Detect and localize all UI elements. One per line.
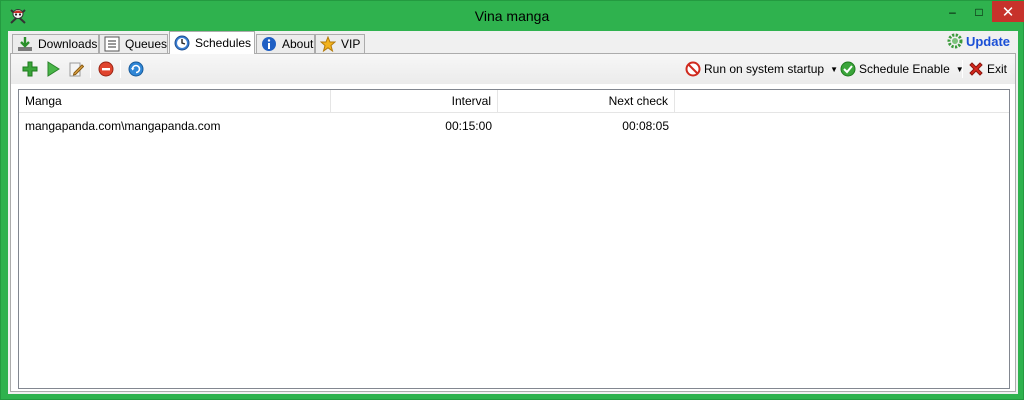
tab-label: Downloads [38, 37, 98, 51]
chevron-down-icon: ▼ [830, 64, 838, 74]
minimize-icon: – [949, 4, 956, 19]
start-button[interactable] [43, 59, 63, 79]
table-row[interactable]: mangapanda.com\mangapanda.com 00:15:00 0… [19, 117, 1009, 135]
tab-strip: Downloads Queues Schedules About VIP Upd… [8, 31, 1018, 54]
minimize-button[interactable]: – [939, 1, 966, 22]
tab-about[interactable]: About [256, 34, 315, 53]
maximize-icon: □ [975, 4, 983, 19]
download-arrow-icon [18, 37, 32, 51]
red-x-icon [969, 62, 983, 76]
edit-icon [69, 62, 84, 77]
schedules-page: Run on system startup ▼ Schedule Enable … [10, 53, 1016, 392]
app-window: Vina manga – □ ✕ Downloads Queues Schedu… [0, 0, 1024, 400]
tab-queues[interactable]: Queues [99, 34, 168, 53]
tab-schedules[interactable]: Schedules [169, 31, 255, 54]
toolbar: Run on system startup ▼ Schedule Enable … [11, 54, 1015, 84]
add-icon [22, 61, 38, 77]
exit-label: Exit [987, 62, 1008, 76]
schedule-enable-dropdown[interactable]: Schedule Enable ▼ [840, 59, 964, 79]
check-circle-icon [840, 61, 856, 77]
cell-next-check: 00:08:05 [622, 119, 669, 133]
refresh-button[interactable] [126, 59, 146, 79]
window-title: Vina manga [474, 8, 550, 24]
play-icon [47, 61, 60, 77]
list-header: Manga Interval Next check [19, 90, 1009, 113]
tab-downloads[interactable]: Downloads [12, 34, 99, 53]
tab-vip[interactable]: VIP [315, 34, 365, 53]
cell-manga: mangapanda.com\mangapanda.com [25, 119, 221, 133]
refresh-icon [128, 61, 144, 77]
tab-label: Schedules [195, 36, 252, 50]
cell-interval: 00:15:00 [445, 119, 492, 133]
toolbar-separator [962, 60, 963, 78]
toolbar-separator [120, 60, 121, 78]
tab-label: About [282, 37, 314, 51]
tab-label: Queues [125, 37, 168, 51]
column-header-interval[interactable]: Interval [331, 90, 498, 112]
info-icon [262, 37, 276, 51]
star-icon [320, 36, 336, 52]
schedule-enable-label: Schedule Enable [859, 62, 950, 76]
edit-button[interactable] [66, 59, 86, 79]
exit-button[interactable]: Exit [968, 59, 1007, 79]
client-area: Downloads Queues Schedules About VIP Upd… [8, 31, 1018, 394]
maximize-button[interactable]: □ [966, 1, 992, 22]
prohibited-icon [685, 61, 701, 77]
gear-icon [947, 33, 963, 49]
clock-icon [174, 35, 190, 51]
update-label: Update [965, 33, 1010, 49]
column-header-manga[interactable]: Manga [19, 90, 331, 112]
run-on-startup-label: Run on system startup [704, 62, 825, 76]
close-icon: ✕ [1001, 3, 1015, 21]
update-link[interactable]: Update [947, 33, 1010, 49]
stop-icon [98, 61, 114, 77]
stop-button[interactable] [96, 59, 116, 79]
column-header-next-check[interactable]: Next check [498, 90, 675, 112]
title-bar[interactable]: Vina manga – □ ✕ [1, 1, 1024, 31]
run-on-startup-dropdown[interactable]: Run on system startup ▼ [685, 59, 838, 79]
close-button[interactable]: ✕ [992, 1, 1024, 22]
toolbar-separator [90, 60, 91, 78]
list-icon [104, 36, 120, 52]
add-button[interactable] [20, 59, 40, 79]
tab-label: VIP [341, 37, 361, 51]
schedules-list[interactable]: Manga Interval Next check mangapanda.com… [18, 89, 1010, 389]
